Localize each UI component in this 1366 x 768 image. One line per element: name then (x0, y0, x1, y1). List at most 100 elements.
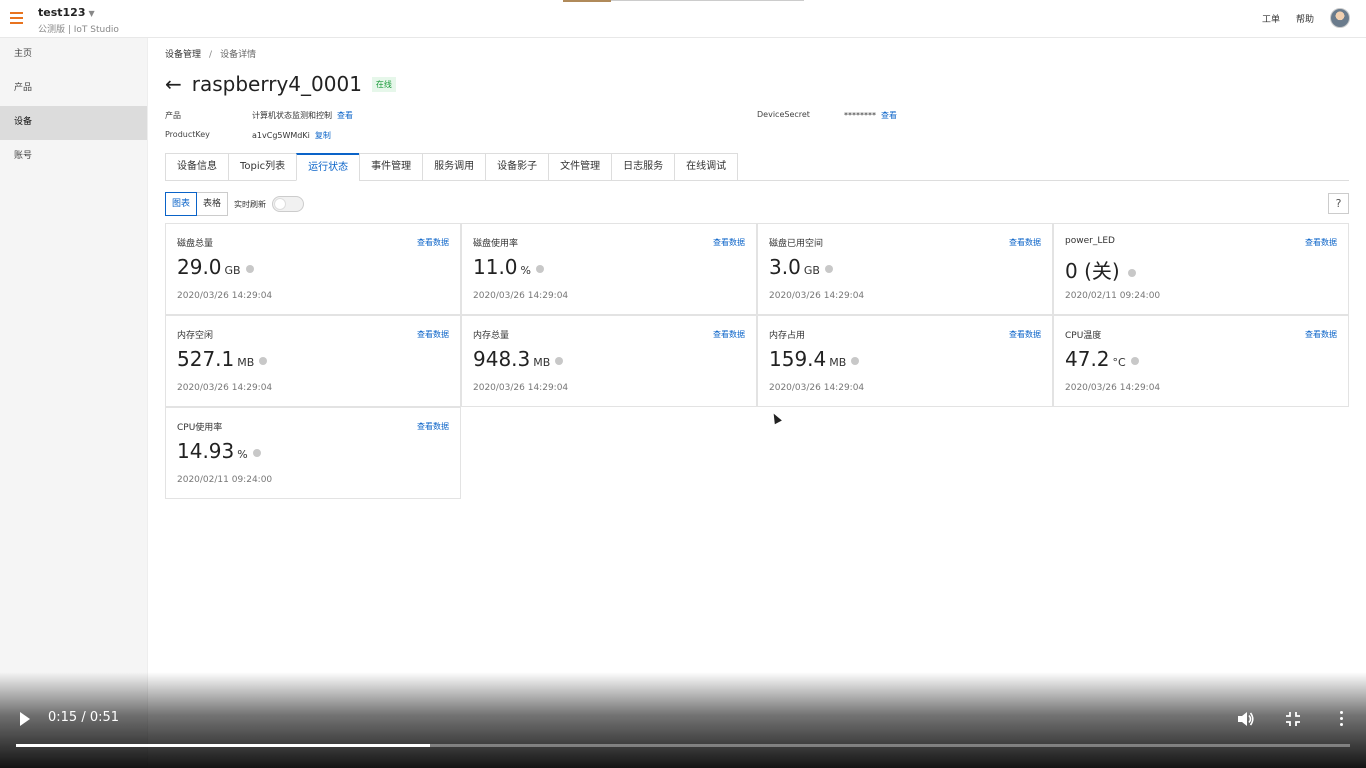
breadcrumb-device-management[interactable]: 设备管理 (165, 50, 201, 60)
tab-events[interactable]: 事件管理 (359, 153, 423, 181)
avatar[interactable] (1330, 8, 1350, 28)
tab-runtime-status[interactable]: 运行状态 (296, 153, 360, 181)
property-value: 159.4 (769, 347, 827, 371)
tab-log-service[interactable]: 日志服务 (611, 153, 675, 181)
tab-device-shadow[interactable]: 设备影子 (485, 153, 549, 181)
seek-bar[interactable] (16, 744, 1350, 747)
view-toolbar: 图表 表格 实时刷新 (165, 192, 305, 216)
devicesecret-view-link[interactable]: 查看 (881, 111, 897, 120)
view-data-link[interactable]: 查看数据 (1009, 237, 1041, 248)
property-name: 内存空闲 (177, 331, 214, 341)
property-value: 0 (关) (1065, 259, 1120, 283)
property-timestamp: 2020/03/26 14:29:04 (473, 383, 569, 393)
property-card: 内存总量 查看数据 948.3 MB 2020/03/26 14:29:04 (461, 315, 757, 407)
view-data-link[interactable]: 查看数据 (417, 237, 449, 248)
menu-icon[interactable] (10, 12, 23, 24)
property-card: power_LED 查看数据 0 (关) 2020/02/11 09:24:00 (1053, 223, 1349, 315)
property-card: 内存占用 查看数据 159.4 MB 2020/03/26 14:29:04 (757, 315, 1053, 407)
view-data-link[interactable]: 查看数据 (1009, 329, 1041, 340)
property-card: 磁盘已用空间 查看数据 3.0 GB 2020/03/26 14:29:04 (757, 223, 1053, 315)
top-bar: test123 ▼ 公测版 | IoT Studio 工单 帮助 (0, 0, 1366, 38)
ticket-link[interactable]: 工单 (1262, 12, 1280, 25)
property-name: CPU使用率 (177, 423, 223, 433)
property-timestamp: 2020/02/11 09:24:00 (177, 475, 273, 485)
sidebar-item-devices[interactable]: 设备 (0, 106, 147, 140)
property-timestamp: 2020/03/26 14:29:04 (177, 291, 273, 301)
toggle-knob (274, 198, 287, 210)
property-unit: MB (829, 356, 847, 369)
sidebar-item-account[interactable]: 账号 (0, 140, 147, 174)
product-value-row: 计算机状态监测和控制 查看 (252, 110, 353, 121)
view-data-link[interactable]: 查看数据 (713, 329, 745, 340)
productkey-copy-link[interactable]: 复制 (315, 131, 331, 140)
info-icon[interactable] (245, 265, 254, 273)
info-icon[interactable] (259, 357, 268, 365)
property-card: CPU使用率 查看数据 14.93% 2020/02/11 09:24:00 (165, 407, 461, 499)
property-timestamp: 2020/03/26 14:29:04 (177, 383, 273, 393)
product-subtitle: 公测版 | IoT Studio (38, 25, 119, 35)
tab-service-calls[interactable]: 服务调用 (422, 153, 486, 181)
property-name: 磁盘已用空间 (769, 239, 824, 249)
product-view-link[interactable]: 查看 (337, 111, 353, 120)
tab-online-debug[interactable]: 在线调试 (674, 153, 739, 181)
sidebar-item-products[interactable]: 产品 (0, 72, 147, 106)
account-switcher[interactable]: test123 ▼ 公测版 | IoT Studio (38, 5, 119, 35)
property-unit: MB (237, 356, 255, 369)
view-chart-button[interactable]: 图表 (165, 192, 198, 216)
view-data-link[interactable]: 查看数据 (713, 237, 745, 248)
info-icon[interactable] (824, 265, 833, 273)
property-value: 47.2 (1065, 347, 1110, 371)
property-timestamp: 2020/02/11 09:24:00 (1065, 291, 1161, 301)
view-data-link[interactable]: 查看数据 (417, 421, 449, 432)
video-controls-overlay (0, 672, 1366, 768)
property-timestamp: 2020/03/26 14:29:04 (769, 383, 865, 393)
status-badge: 在线 (371, 76, 396, 92)
info-icon[interactable] (252, 449, 261, 457)
view-data-link[interactable]: 查看数据 (1305, 237, 1337, 248)
info-icon[interactable] (851, 357, 860, 365)
play-icon[interactable] (20, 712, 30, 726)
help-button[interactable]: ? (1328, 193, 1349, 214)
info-icon[interactable] (555, 357, 564, 365)
caret-down-icon: ▼ (88, 9, 95, 18)
tab-file-management[interactable]: 文件管理 (548, 153, 612, 181)
info-icon[interactable] (535, 265, 544, 273)
breadcrumb-current: 设备详情 (220, 50, 257, 60)
view-data-link[interactable]: 查看数据 (417, 329, 449, 340)
view-table-button[interactable]: 表格 (197, 192, 229, 216)
main-content: 设备管理 / 设备详情 ← raspberry4_0001 在线 产品 计算机状态监… (148, 38, 1366, 768)
property-card: CPU温度 查看数据 47.2 °C 2020/03/26 14:29:04 (1053, 315, 1349, 407)
back-arrow-icon[interactable]: ← (165, 74, 182, 94)
tab-device-info[interactable]: 设备信息 (165, 153, 228, 181)
property-name: 内存占用 (769, 331, 806, 341)
breadcrumb: 设备管理 / 设备详情 (165, 47, 256, 60)
property-timestamp: 2020/03/26 14:29:04 (769, 291, 865, 301)
exit-fullscreen-icon[interactable] (1286, 712, 1300, 726)
info-icon[interactable] (1127, 269, 1136, 277)
property-value: 527.1 (177, 347, 235, 371)
property-card: 磁盘使用率 查看数据 11.0% 2020/03/26 14:29:04 (461, 223, 757, 315)
breadcrumb-separator: / (209, 50, 213, 60)
video-time: 0:15 / 0:51 (48, 710, 120, 725)
more-options-icon[interactable] (1340, 711, 1344, 727)
product-label: 产品 (165, 111, 181, 120)
loading-bar-track (611, 0, 804, 1)
property-name: 内存总量 (473, 331, 510, 341)
info-icon[interactable] (1130, 357, 1139, 365)
view-data-link[interactable]: 查看数据 (1305, 329, 1337, 340)
loading-bar (563, 0, 611, 2)
product-value: 计算机状态监测和控制 (252, 111, 332, 120)
tab-bar: 设备信息 Topic列表 运行状态 事件管理 服务调用 设备影子 文件管理 日志… (165, 153, 1349, 181)
volume-icon[interactable] (1237, 711, 1255, 727)
property-timestamp: 2020/03/26 14:29:04 (473, 291, 569, 301)
help-link[interactable]: 帮助 (1296, 12, 1314, 25)
realtime-refresh-toggle[interactable] (272, 196, 305, 212)
realtime-refresh-label: 实时刷新 (234, 199, 267, 209)
sidebar-item-home[interactable]: 主页 (0, 38, 147, 72)
property-card: 磁盘总量 查看数据 29.0 GB 2020/03/26 14:29:04 (165, 223, 461, 315)
sidebar: 主页 产品 设备 账号 (0, 38, 148, 768)
property-value: 29.0 (177, 255, 222, 279)
property-unit: GB (803, 264, 820, 277)
devicesecret-value: ******** (844, 111, 876, 120)
tab-topic-list[interactable]: Topic列表 (228, 153, 297, 181)
